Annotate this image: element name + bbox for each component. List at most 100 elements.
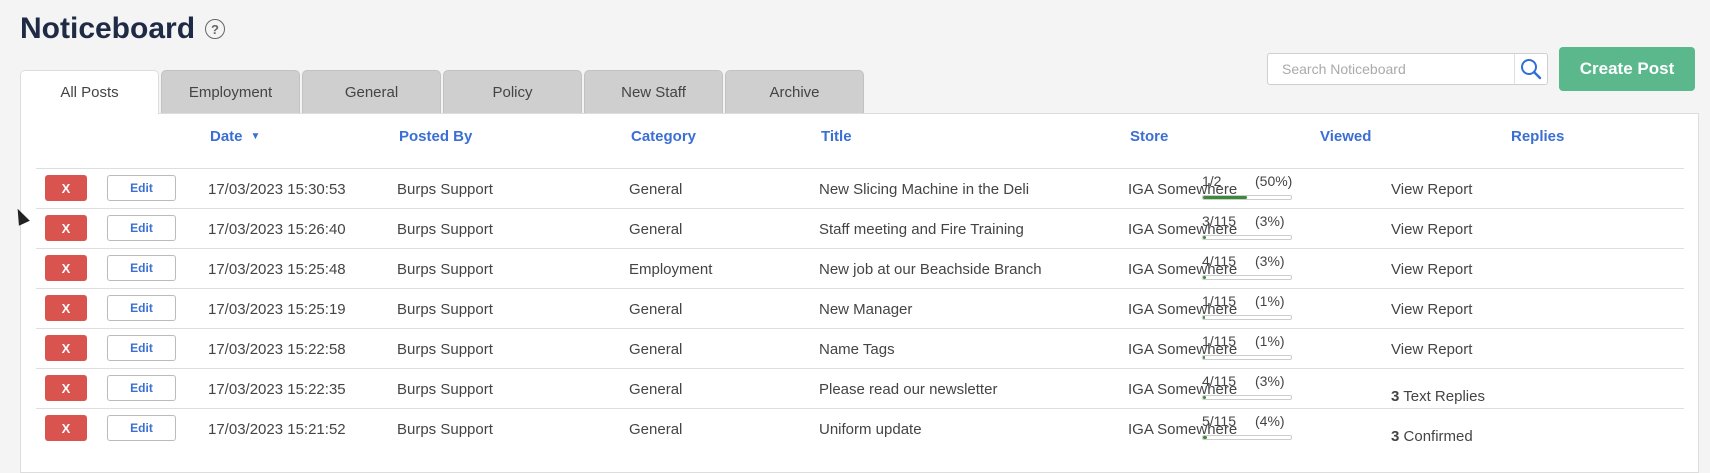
delete-button[interactable]: X — [45, 255, 87, 281]
row-category: General — [629, 221, 683, 238]
edit-button[interactable]: Edit — [107, 255, 176, 281]
edit-button[interactable]: Edit — [107, 415, 176, 441]
reply-text: View Report — [1391, 341, 1473, 358]
row-category: General — [629, 421, 683, 438]
viewed-percent: (1%) — [1255, 333, 1285, 349]
search-box — [1267, 53, 1548, 85]
reply-text: View Report — [1391, 221, 1473, 238]
table-row[interactable]: X Edit 17/03/2023 15:22:58 Burps Support… — [36, 328, 1684, 368]
row-posted-by: Burps Support — [397, 261, 493, 278]
row-category: Employment — [629, 261, 713, 278]
row-category: General — [629, 341, 683, 358]
viewed-percent: (3%) — [1255, 253, 1285, 269]
table-header: Date ▼ Posted By Category Title Store Vi… — [21, 114, 1698, 168]
edit-button[interactable]: Edit — [107, 295, 176, 321]
row-category: General — [629, 381, 683, 398]
table-row[interactable]: X Edit 17/03/2023 15:22:35 Burps Support… — [36, 368, 1684, 408]
col-viewed-header[interactable]: Viewed — [1320, 128, 1371, 145]
reply-text: View Report — [1391, 301, 1473, 318]
reply-text: View Report — [1391, 261, 1473, 278]
delete-button[interactable]: X — [45, 375, 87, 401]
page-title: Noticeboard ? — [20, 12, 226, 46]
col-replies-header[interactable]: Replies — [1511, 128, 1564, 145]
viewed-progress-bar — [1202, 435, 1292, 440]
table-row[interactable]: X Edit 17/03/2023 15:30:53 Burps Support… — [36, 168, 1684, 208]
row-date: 17/03/2023 15:25:48 — [208, 261, 346, 278]
row-title: Name Tags — [819, 341, 895, 358]
row-viewed: 1/115 (1%) — [1202, 293, 1292, 325]
delete-button[interactable]: X — [45, 295, 87, 321]
row-viewed: 1/2 (50%) — [1202, 173, 1292, 205]
row-posted-by: Burps Support — [397, 381, 493, 398]
row-date: 17/03/2023 15:21:52 — [208, 421, 346, 438]
viewed-progress-fill — [1203, 276, 1206, 279]
viewed-count: 3/115 — [1202, 213, 1236, 229]
sort-desc-icon: ▼ — [250, 131, 261, 142]
table-row[interactable]: X Edit 17/03/2023 15:21:52 Burps Support… — [36, 408, 1684, 448]
row-replies[interactable]: 3 Confirmed — [1391, 428, 1473, 445]
col-title-header[interactable]: Title — [821, 128, 852, 145]
viewed-progress-bar — [1202, 275, 1292, 280]
row-viewed: 4/115 (3%) — [1202, 253, 1292, 285]
viewed-count: 4/115 — [1202, 373, 1236, 389]
tab-archive[interactable]: Archive — [725, 70, 864, 113]
row-category: General — [629, 301, 683, 318]
viewed-percent: (50%) — [1255, 173, 1293, 189]
delete-button[interactable]: X — [45, 335, 87, 361]
tab-all-posts[interactable]: All Posts — [20, 70, 159, 114]
col-store-header[interactable]: Store — [1130, 128, 1168, 145]
edit-button[interactable]: Edit — [107, 335, 176, 361]
row-posted-by: Burps Support — [397, 181, 493, 198]
table-row[interactable]: X Edit 17/03/2023 15:26:40 Burps Support… — [36, 208, 1684, 248]
row-title: Staff meeting and Fire Training — [819, 221, 1024, 238]
row-replies[interactable]: View Report — [1391, 261, 1472, 278]
reply-count: 3 — [1391, 388, 1400, 405]
reply-count: 3 — [1391, 428, 1400, 445]
delete-button[interactable]: X — [45, 215, 87, 241]
row-posted-by: Burps Support — [397, 221, 493, 238]
viewed-count: 4/115 — [1202, 253, 1236, 269]
edit-button[interactable]: Edit — [107, 215, 176, 241]
row-replies[interactable]: View Report — [1391, 301, 1472, 318]
row-posted-by: Burps Support — [397, 341, 493, 358]
tab-employment[interactable]: Employment — [161, 70, 300, 113]
search-input[interactable] — [1268, 60, 1514, 78]
col-date-header[interactable]: Date ▼ — [210, 128, 260, 145]
row-title: New job at our Beachside Branch — [819, 261, 1042, 278]
col-category-header[interactable]: Category — [631, 128, 696, 145]
help-icon[interactable]: ? — [205, 19, 226, 39]
col-posted-by-header[interactable]: Posted By — [399, 128, 472, 145]
viewed-progress-fill — [1203, 236, 1206, 239]
tab-new-staff[interactable]: New Staff — [584, 70, 723, 113]
page-title-text: Noticeboard — [20, 12, 196, 45]
col-date-label: Date — [210, 128, 243, 145]
delete-button[interactable]: X — [45, 415, 87, 441]
search-button[interactable] — [1514, 54, 1547, 84]
row-date: 17/03/2023 15:26:40 — [208, 221, 346, 238]
viewed-percent: (3%) — [1255, 213, 1285, 229]
row-replies[interactable]: View Report — [1391, 181, 1472, 198]
viewed-progress-fill — [1203, 316, 1205, 319]
table-row[interactable]: X Edit 17/03/2023 15:25:48 Burps Support… — [36, 248, 1684, 288]
row-title: Please read our newsletter — [819, 381, 998, 398]
viewed-progress-fill — [1203, 196, 1247, 199]
row-viewed: 5/115 (4%) — [1202, 413, 1292, 445]
row-replies[interactable]: View Report — [1391, 221, 1472, 238]
delete-button[interactable]: X — [45, 175, 87, 201]
search-icon — [1521, 59, 1542, 80]
row-viewed: 3/115 (3%) — [1202, 213, 1292, 245]
row-date: 17/03/2023 15:22:35 — [208, 381, 346, 398]
row-viewed: 1/115 (1%) — [1202, 333, 1292, 365]
tab-general[interactable]: General — [302, 70, 441, 113]
viewed-percent: (3%) — [1255, 373, 1285, 389]
viewed-count: 5/115 — [1202, 413, 1236, 429]
edit-button[interactable]: Edit — [107, 175, 176, 201]
create-post-button[interactable]: Create Post — [1559, 47, 1695, 91]
viewed-percent: (1%) — [1255, 293, 1285, 309]
table-row[interactable]: X Edit 17/03/2023 15:25:19 Burps Support… — [36, 288, 1684, 328]
edit-button[interactable]: Edit — [107, 375, 176, 401]
row-replies[interactable]: View Report — [1391, 341, 1472, 358]
tab-bar: All Posts Employment General Policy New … — [20, 70, 866, 114]
row-replies[interactable]: 3 Text Replies — [1391, 388, 1485, 405]
tab-policy[interactable]: Policy — [443, 70, 582, 113]
